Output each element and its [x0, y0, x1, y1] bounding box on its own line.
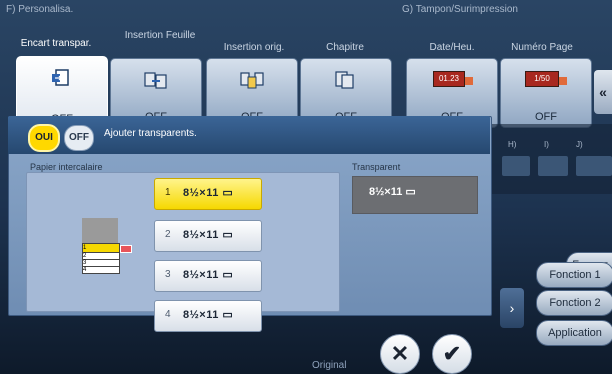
section-personalize: F) Personalisa. [6, 4, 74, 15]
date-time-icon: 01.23 [433, 71, 465, 87]
sheet-insert-icon [144, 72, 167, 89]
paper-tray-3-button[interactable]: 3 8½×11 ▭ [154, 260, 262, 292]
option-i[interactable] [538, 156, 568, 176]
tray-number: 4 [165, 309, 171, 320]
transparency-paper-button[interactable]: 8½×11 ▭ [352, 176, 478, 214]
paper-panel-title: Papier intercalaire [30, 162, 103, 172]
check-icon: ✔ [442, 341, 462, 366]
tab-page-number[interactable]: Numéro Page [500, 42, 584, 53]
paper-size: 8½×11 ▭ [183, 187, 234, 199]
insert-marker-icon [120, 245, 132, 253]
paper-size: 8½×11 ▭ [183, 269, 234, 281]
chapter-icon [335, 71, 354, 89]
toggle-on-button[interactable]: OUI [28, 124, 60, 152]
stamp-mark [559, 77, 567, 85]
toggle-off-button[interactable]: OFF [64, 125, 94, 151]
tray-number: 1 [165, 187, 171, 198]
transparency-insert-icon [52, 69, 69, 86]
tab-chapter[interactable]: Chapitre [300, 42, 390, 53]
letter-i: I) [544, 140, 549, 149]
cancel-button[interactable]: ✕ [380, 334, 420, 374]
stack-sheet-4: 4 [82, 266, 120, 274]
paper-size: 8½×11 ▭ [183, 309, 234, 321]
original-insert-icon [240, 72, 264, 89]
paper-stack-icon [82, 218, 118, 244]
option-j[interactable] [576, 156, 612, 176]
paper-size: 8½×11 ▭ [183, 229, 234, 241]
tray-number: 2 [165, 229, 171, 240]
chevron-right-icon[interactable]: › [500, 288, 524, 328]
tile-status: OFF [535, 111, 557, 123]
section-stamp: G) Tampon/Surimpression [402, 4, 518, 15]
original-label: Original [312, 360, 347, 371]
function2-button[interactable]: Fonction 2 [536, 290, 612, 316]
ok-button[interactable]: ✔ [432, 334, 472, 374]
dialog-message: Ajouter transparents. [104, 128, 197, 139]
paper-tray-1-button[interactable]: 1 8½×11 ▭ [154, 178, 262, 210]
tab-sheet-insert[interactable]: Insertion Feuille [118, 30, 202, 41]
tab-date-time[interactable]: Date/Heu. [412, 42, 492, 53]
stamp-mark [465, 77, 473, 85]
option-h[interactable] [502, 156, 530, 176]
scroll-left-arrow-icon[interactable]: « [594, 70, 612, 114]
page-number-icon: 1/50 [525, 71, 559, 87]
letter-h: H) [508, 140, 517, 149]
transparency-size: 8½×11 ▭ [369, 186, 416, 198]
close-icon: ✕ [390, 341, 410, 366]
tile-page-number[interactable]: 1/50 OFF [500, 58, 592, 128]
transparency-title: Transparent [352, 162, 401, 172]
letter-j: J) [576, 140, 583, 149]
paper-tray-4-button[interactable]: 4 8½×11 ▭ [154, 300, 262, 332]
application-button[interactable]: Application [536, 320, 612, 346]
tab-transparency-insert[interactable]: Encart transpar. [6, 38, 106, 49]
tray-number: 3 [165, 269, 171, 280]
tab-original-insert[interactable]: Insertion orig. [206, 42, 302, 53]
paper-tray-2-button[interactable]: 2 8½×11 ▭ [154, 220, 262, 252]
function1-button[interactable]: Fonction 1 [536, 262, 612, 288]
